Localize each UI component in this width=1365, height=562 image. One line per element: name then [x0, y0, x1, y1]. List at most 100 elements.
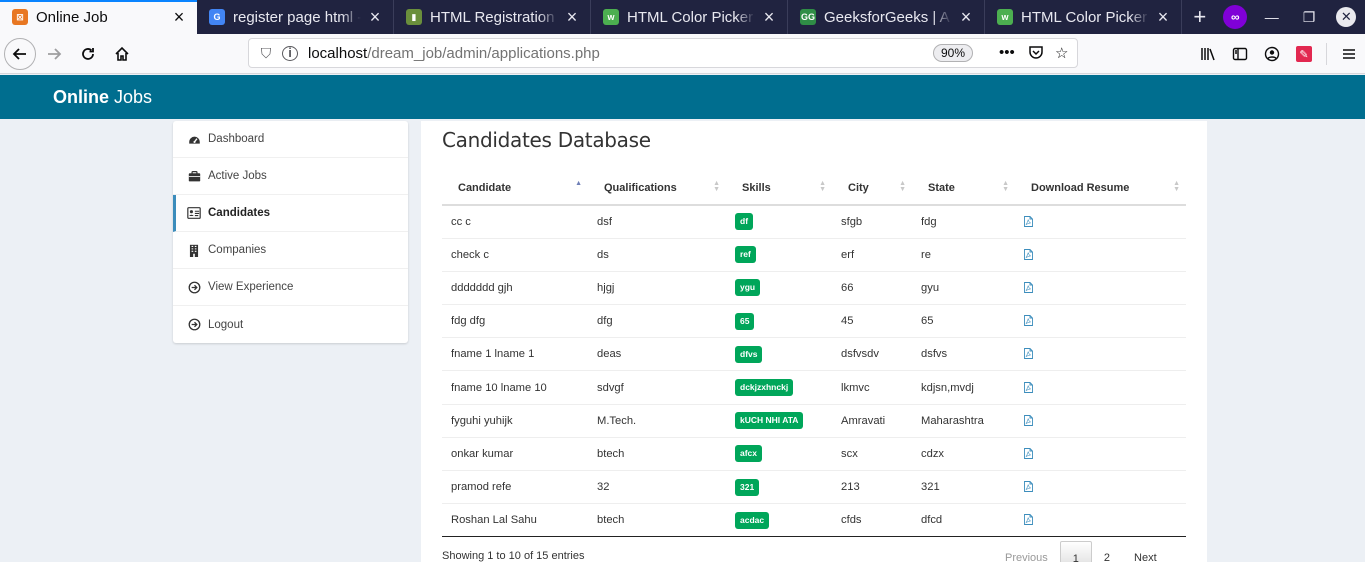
extension-icon[interactable]: ✎: [1288, 38, 1320, 70]
page-actions-icon[interactable]: •••: [999, 44, 1015, 61]
close-tab-icon[interactable]: ×: [171, 8, 187, 26]
menu-icon[interactable]: [1333, 38, 1365, 70]
column-header-label: State: [928, 181, 955, 194]
next-page-button[interactable]: Next: [1122, 541, 1169, 562]
previous-page-button[interactable]: Previous: [993, 541, 1060, 562]
cell-state: re: [912, 237, 1015, 272]
sidebar-item-view-experience[interactable]: View Experience: [173, 269, 408, 306]
restore-button[interactable]: ❐: [1290, 0, 1327, 34]
tab-title: GeeksforGeeks | A cc: [824, 8, 952, 26]
cell-qualifications: dfg: [588, 304, 726, 338]
new-tab-button[interactable]: +: [1182, 0, 1218, 34]
column-header[interactable]: Skills ▲ ▼: [726, 171, 832, 206]
browser-tab[interactable]: ▮ HTML Registration F ×: [394, 0, 591, 34]
browser-navigation-bar: ⛉ i localhost/dream_job/admin/applicatio…: [0, 34, 1365, 74]
back-button[interactable]: [4, 37, 36, 70]
browser-tab[interactable]: Gregister page html - G ×: [197, 0, 394, 34]
cell-skills: dckjzxhnckj: [726, 370, 832, 405]
pdf-download-icon[interactable]: [1024, 315, 1033, 328]
cell-qualifications: deas: [588, 337, 726, 371]
app-header: Online Jobs: [0, 75, 1365, 119]
cell-candidate: ddddddd gjh: [442, 270, 588, 305]
browser-tab[interactable]: w HTML Color Picker ×: [591, 0, 788, 34]
browser-tab[interactable]: w HTML Color Picker ×: [985, 0, 1182, 34]
sidebar-nav: Dashboard Active Jobs Candidates Companies V…: [173, 121, 408, 343]
pdf-download-icon[interactable]: [1024, 447, 1033, 461]
close-tab-icon[interactable]: ×: [1155, 8, 1171, 26]
toolbar-icons: ✎: [1192, 34, 1365, 74]
cell-state: Maharashtra: [912, 403, 1015, 438]
cell-qualifications: btech: [588, 436, 726, 471]
cell-download: [1015, 503, 1186, 538]
page-button-2[interactable]: 2: [1092, 541, 1122, 562]
browser-tab[interactable]: ⊠ Online Job ×: [0, 0, 197, 34]
sidebar-item-companies[interactable]: Companies: [173, 232, 408, 269]
skill-badge: ygu: [735, 279, 761, 297]
pdf-download-icon[interactable]: [1024, 348, 1033, 361]
close-tab-icon[interactable]: ×: [367, 8, 383, 26]
pdf-download-icon[interactable]: [1024, 481, 1033, 494]
sidebar-item-label: Logout: [208, 318, 244, 331]
sort-icon: ▲ ▼: [899, 180, 906, 193]
building-icon: [187, 244, 201, 257]
column-header-label: Download Resume: [1031, 181, 1130, 194]
column-header[interactable]: Download Resume ▲ ▼: [1015, 171, 1186, 206]
table-row: fname 10 lname 10 sdvgf dckjzxhnckj lkmvc kd…: [442, 370, 1186, 405]
forward-button[interactable]: [38, 38, 70, 70]
pdf-download-icon[interactable]: [1024, 414, 1033, 428]
cell-city: Amravati: [832, 403, 912, 438]
cell-city: sfgb: [832, 204, 912, 239]
address-bar[interactable]: ⛉ i localhost/dream_job/admin/applicatio…: [248, 38, 1078, 68]
cell-city: dsfvsdv: [832, 337, 912, 371]
cell-candidate: Roshan Lal Sahu: [442, 503, 588, 538]
column-header[interactable]: State ▲ ▼: [912, 171, 1015, 206]
tracking-shield-icon[interactable]: ⛉: [258, 45, 274, 62]
sidebar-item-candidates[interactable]: Candidates: [173, 195, 408, 232]
minimize-button[interactable]: —: [1253, 0, 1290, 34]
cell-state: kdjsn,mvdj: [912, 370, 1015, 405]
table-body: cc c dsf df sfgb fdg check c ds ref erf re ddddddd…: [442, 204, 1186, 538]
page-button-1[interactable]: 1: [1059, 541, 1092, 562]
sidebar-item-logout[interactable]: Logout: [173, 306, 408, 343]
sidebar-toggle-icon[interactable]: [1224, 38, 1256, 70]
cell-candidate: pramod refe: [442, 469, 588, 504]
table-row: pramod refe 32 321 213 321: [442, 469, 1186, 504]
pdf-download-icon[interactable]: [1024, 282, 1033, 295]
library-icon[interactable]: [1192, 38, 1224, 70]
dashboard-icon: [187, 133, 201, 146]
skill-badge: dckjzxhnckj: [735, 379, 794, 397]
close-tab-icon[interactable]: ×: [564, 8, 580, 26]
pdf-download-icon[interactable]: [1024, 514, 1033, 527]
skill-badge: df: [735, 213, 754, 231]
column-header[interactable]: Qualifications ▲ ▼: [588, 171, 726, 206]
pdf-download-icon[interactable]: [1024, 248, 1033, 262]
browser-tab[interactable]: GG GeeksforGeeks | A cc ×: [788, 0, 985, 34]
cell-download: [1015, 337, 1186, 371]
column-header[interactable]: Candidate ▲: [442, 171, 588, 206]
sidebar-item-active-jobs[interactable]: Active Jobs: [173, 158, 408, 195]
home-button[interactable]: [106, 38, 138, 70]
skill-badge: 65: [735, 312, 755, 330]
close-tab-icon[interactable]: ×: [958, 8, 974, 26]
sidebar-item-dashboard[interactable]: Dashboard: [173, 121, 408, 158]
skill-badge: 321: [735, 478, 760, 496]
column-header-label: City: [848, 181, 869, 194]
site-info-icon[interactable]: i: [282, 45, 298, 61]
pocket-icon[interactable]: [1028, 44, 1044, 64]
zoom-indicator[interactable]: 90%: [933, 44, 974, 62]
bookmark-star-icon[interactable]: ☆: [1055, 44, 1068, 62]
window-close-button[interactable]: ✕: [1328, 0, 1365, 34]
column-header[interactable]: City ▲ ▼: [832, 171, 912, 206]
cell-download: [1015, 403, 1186, 438]
close-tab-icon[interactable]: ×: [761, 8, 777, 26]
brand-logo[interactable]: Online Jobs: [53, 87, 152, 108]
pdf-download-icon[interactable]: [1024, 381, 1033, 395]
url-text[interactable]: localhost/dream_job/admin/applications.p…: [308, 45, 600, 62]
reload-button[interactable]: [72, 38, 104, 70]
cell-candidate: fname 1 lname 1: [442, 337, 588, 371]
pdf-download-icon[interactable]: [1024, 215, 1033, 229]
cell-state: dsfvs: [912, 337, 1015, 371]
table-row: fdg dfg dfg 65 45 65: [442, 304, 1186, 338]
account-icon[interactable]: [1256, 38, 1288, 70]
sidebar-item-label: View Experience: [208, 281, 294, 293]
